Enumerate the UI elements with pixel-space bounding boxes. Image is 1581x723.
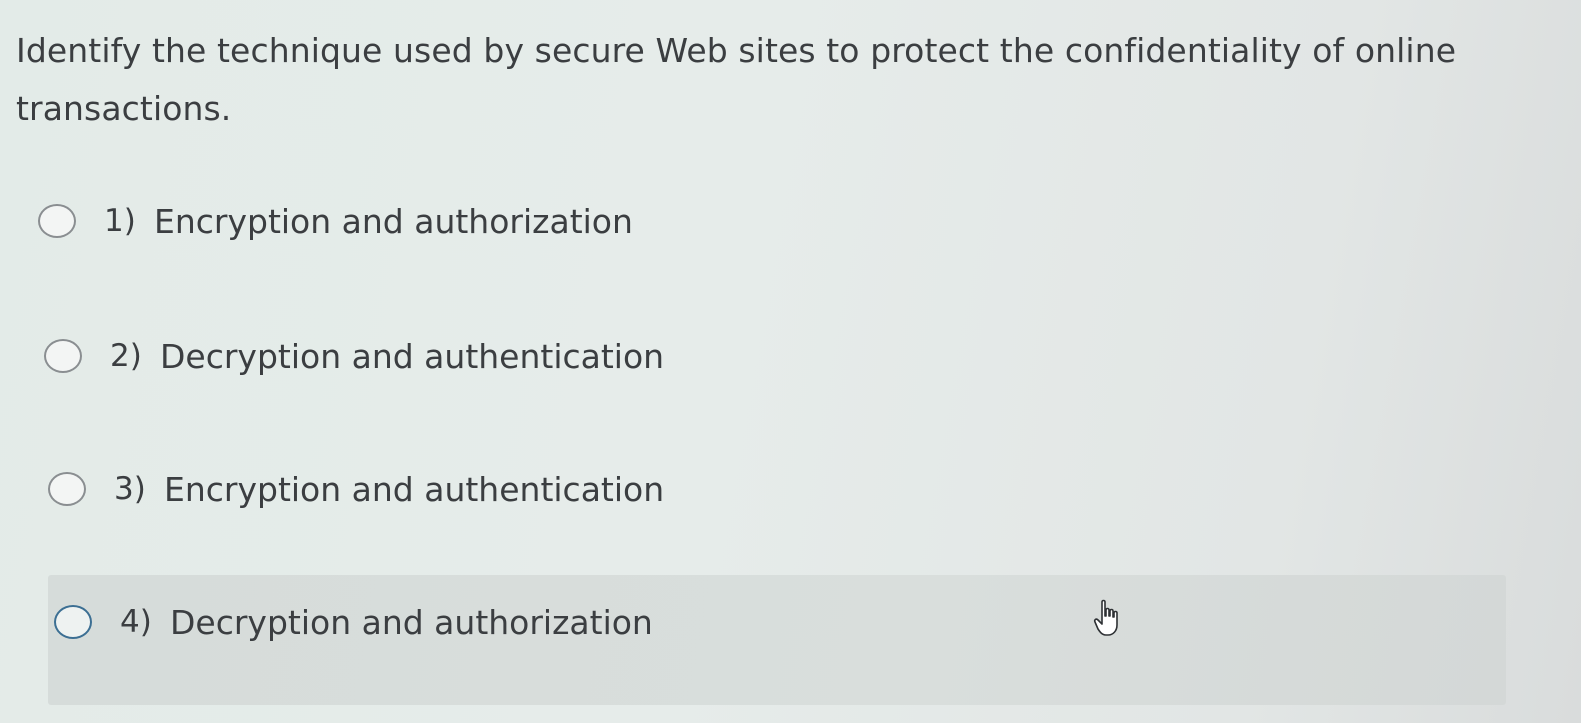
option-number-3: 3) <box>114 471 146 507</box>
radio-button-3[interactable] <box>48 472 86 506</box>
option-label-1: Encryption and authorization <box>154 201 633 241</box>
option-number-1: 1) <box>104 203 136 239</box>
radio-button-4[interactable] <box>54 605 92 639</box>
answer-options: 1) Encryption and authorization 2) Decry… <box>0 0 1581 723</box>
option-number-4: 4) <box>120 604 152 640</box>
option-4[interactable]: 4) Decryption and authorization <box>54 592 653 652</box>
hand-pointer-icon <box>1093 599 1118 636</box>
option-label-2: Decryption and authentication <box>160 336 665 376</box>
radio-button-2[interactable] <box>44 339 82 373</box>
option-3[interactable]: 3) Encryption and authentication <box>48 459 664 519</box>
option-label-3: Encryption and authentication <box>164 469 665 509</box>
option-number-2: 2) <box>110 338 142 374</box>
option-label-4: Decryption and authorization <box>170 602 653 642</box>
option-1[interactable]: 1) Encryption and authorization <box>38 191 633 251</box>
radio-button-1[interactable] <box>38 204 76 238</box>
option-2[interactable]: 2) Decryption and authentication <box>44 326 664 386</box>
